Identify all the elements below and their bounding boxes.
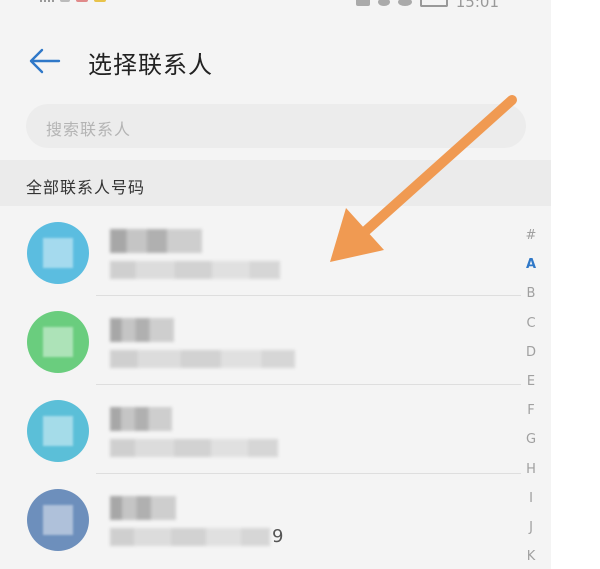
index-letter-b[interactable]: B — [519, 286, 543, 315]
contact-row[interactable] — [0, 385, 551, 474]
title-bar: 选择联系人 — [0, 28, 551, 92]
index-letter-hash[interactable]: # — [519, 228, 543, 257]
avatar — [27, 400, 89, 462]
signal-icon — [40, 0, 54, 2]
contact-name-redacted — [110, 229, 202, 253]
index-letter-g[interactable]: G — [519, 432, 543, 461]
contact-number-redacted — [110, 350, 295, 368]
index-letter-e[interactable]: E — [519, 374, 543, 403]
contact-name-redacted — [110, 496, 176, 520]
index-letter-j[interactable]: J — [519, 520, 543, 549]
contact-row[interactable]: 9 — [0, 474, 551, 563]
alphabet-index[interactable]: # A B C D E F G H I J K — [519, 228, 543, 569]
alarm-icon — [377, 0, 390, 6]
index-letter-c[interactable]: C — [519, 316, 543, 345]
contact-number-redacted — [110, 528, 270, 546]
contact-number-redacted — [110, 261, 280, 279]
search-placeholder: 搜索联系人 — [46, 120, 132, 139]
index-letter-f[interactable]: F — [519, 403, 543, 432]
index-letter-h[interactable]: H — [519, 462, 543, 491]
contact-name-redacted — [110, 407, 172, 431]
index-letter-a[interactable]: A — [519, 257, 543, 286]
index-letter-i[interactable]: I — [519, 491, 543, 520]
hd-icon — [355, 0, 370, 6]
notification-icon — [76, 0, 88, 2]
page-title: 选择联系人 — [88, 51, 213, 79]
wifi-icon — [60, 0, 70, 2]
avatar — [27, 222, 89, 284]
contact-number-tail: 9 — [272, 526, 284, 547]
app-notification-icon — [94, 0, 106, 2]
index-letter-d[interactable]: D — [519, 345, 543, 374]
contact-row[interactable] — [0, 296, 551, 385]
contact-row[interactable] — [0, 207, 551, 296]
index-letter-k[interactable]: K — [519, 549, 543, 569]
search-input[interactable]: 搜索联系人 — [26, 104, 526, 148]
contact-list: 9 — [0, 207, 551, 563]
avatar — [27, 311, 89, 373]
contact-picker-screen: 15:01 选择联系人 搜索联系人 全部联系人号码 9 # A B C D E … — [0, 0, 551, 569]
section-header: 全部联系人号码 — [0, 160, 551, 206]
status-right-icons: 15:01 — [355, 0, 499, 11]
status-time: 15:01 — [455, 0, 499, 11]
section-label: 全部联系人号码 — [26, 178, 146, 197]
status-left-icons — [40, 0, 106, 2]
contact-number-redacted — [110, 439, 278, 457]
back-arrow-icon[interactable] — [28, 44, 62, 78]
battery-icon — [419, 0, 448, 7]
avatar — [27, 489, 89, 551]
status-bar: 15:01 — [0, 0, 551, 12]
eye-icon — [397, 0, 412, 6]
contact-name-redacted — [110, 318, 174, 342]
